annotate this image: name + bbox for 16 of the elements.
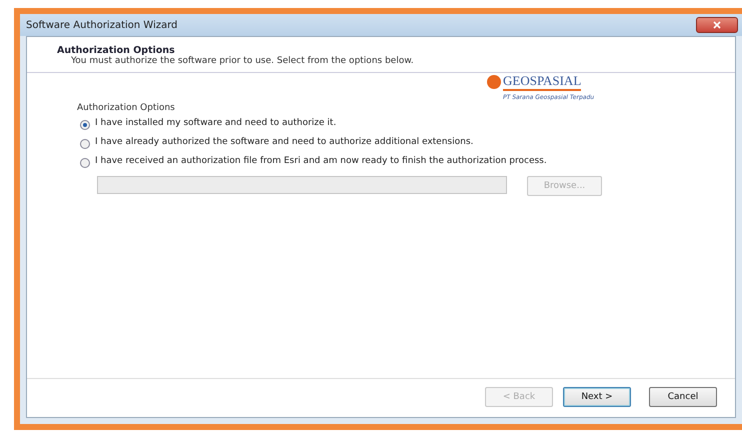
radio-button[interactable] [80,158,90,168]
option-label[interactable]: I have already authorized the software and need to authorize additional extensions. [95,138,474,148]
logo-icon [487,75,501,89]
radio-button[interactable] [80,139,90,149]
page-subtitle: You must authorize the software prior to use. Select from the options below. [70,56,415,66]
group-label: Authorization Options [77,103,176,113]
option-label[interactable]: I have installed my software and need to authorize it. [95,119,336,129]
close-button[interactable] [696,17,738,33]
cancel-button[interactable]: Cancel [649,387,717,407]
window-title: Software Authorization Wizard [26,20,178,30]
option-label[interactable]: I have received an authorization file from Esri and am now ready to finish the authorization process. [95,157,547,167]
logo-name: GEOSPASIAL [503,73,582,91]
page-title: Authorization Options [57,45,176,56]
close-icon [713,21,721,29]
next-button[interactable]: Next > [563,387,631,407]
radio-button[interactable] [80,120,90,130]
